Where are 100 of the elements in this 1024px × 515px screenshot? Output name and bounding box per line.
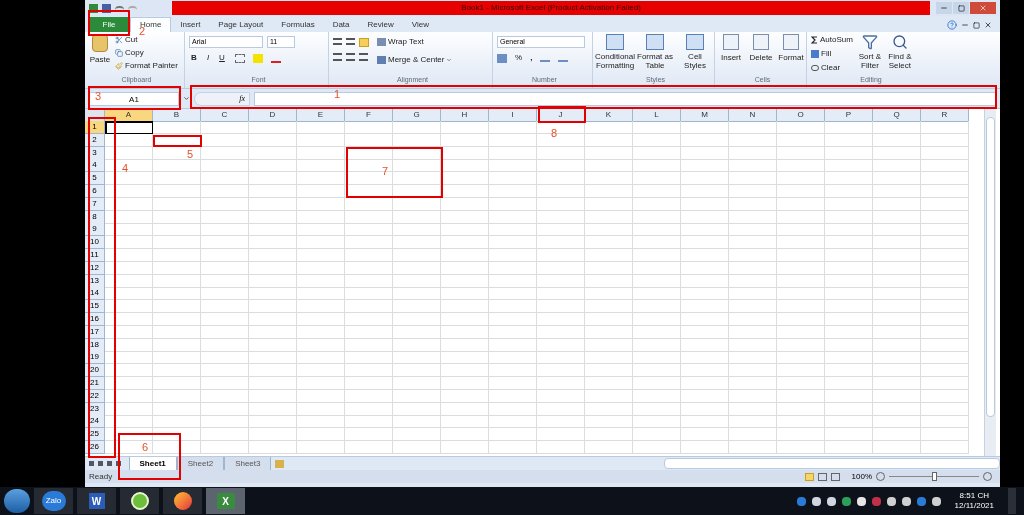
align-right-icon (359, 53, 368, 61)
annotation-number: 3 (95, 91, 102, 102)
align-center-icon (346, 53, 355, 61)
autosum-button[interactable]: AutoSum (811, 34, 853, 46)
cells-button[interactable]: Insert (719, 34, 743, 76)
column-header[interactable]: F (345, 109, 393, 122)
borders-icon (235, 53, 245, 63)
annotation-number: 1 (334, 89, 341, 100)
column-header[interactable]: R (921, 109, 969, 122)
normal-view-icon (804, 472, 814, 481)
sigma-icon (811, 36, 818, 44)
copy-button[interactable]: Copy (115, 47, 178, 59)
underline-button[interactable]: U (217, 52, 227, 64)
annotation-number: 5 (187, 149, 194, 160)
column-header[interactable]: Q (873, 109, 921, 122)
column-header[interactable]: H (441, 109, 489, 122)
style-button[interactable]: Conditional Formatting (597, 34, 633, 76)
redo-icon (128, 5, 137, 11)
zoom-level: 100% (851, 470, 872, 483)
ribbon-tab[interactable]: Review (358, 17, 403, 32)
zoom-slider-thumb[interactable] (932, 472, 937, 481)
paste-button[interactable]: Paste (89, 34, 111, 76)
formula-field[interactable] (254, 91, 996, 106)
align-left-icon (333, 53, 342, 61)
annotation-number: 7 (382, 166, 389, 177)
column-header[interactable]: M (681, 109, 729, 122)
vertical-scrollbar[interactable] (984, 109, 996, 456)
maximize-button[interactable] (953, 2, 969, 14)
window-title: Book1 - Microsoft Excel (Product Activation Failed) (461, 2, 641, 14)
ribbon-tab[interactable]: Data (323, 17, 359, 32)
italic-button[interactable]: I (203, 52, 213, 64)
maximize-icon (957, 4, 965, 12)
wrap-text-button[interactable]: Wrap Text (377, 36, 453, 48)
column-header[interactable]: L (633, 109, 681, 122)
help-icon[interactable] (947, 20, 957, 30)
close-icon[interactable] (984, 21, 992, 29)
minimize-icon[interactable] (961, 21, 969, 29)
column-header[interactable]: K (585, 109, 633, 122)
ribbon-tab[interactable]: Page Layout (209, 17, 273, 32)
column-header[interactable]: B (153, 109, 201, 122)
copy-icon (115, 49, 123, 57)
column-header[interactable]: C (201, 109, 249, 122)
style-button[interactable]: Format as Table (637, 34, 673, 76)
sheet-tab[interactable]: Sheet2 (176, 457, 225, 470)
percent-button[interactable]: % (515, 52, 523, 64)
fill-button[interactable]: Fill (811, 48, 853, 60)
sheet-tab[interactable]: Sheet1 (128, 457, 177, 470)
annotation-number: 4 (122, 163, 129, 174)
ribbon-tab[interactable]: View (402, 17, 438, 32)
minimize-button[interactable] (936, 2, 952, 14)
clear-button[interactable]: Clear (811, 62, 853, 74)
close-icon (979, 4, 987, 12)
show-desktop-button[interactable] (1008, 488, 1016, 514)
annotation-number: 8 (551, 128, 558, 139)
taskbar-app-button[interactable]: W (77, 488, 116, 514)
annotation-box (88, 10, 130, 36)
file-tab[interactable]: File (88, 17, 130, 32)
clock-date: 12/11/2021 (954, 501, 994, 511)
restore-icon[interactable] (973, 21, 980, 29)
style-button[interactable]: Cell Styles (677, 34, 713, 76)
taskbar-app-button[interactable]: Zalo (34, 488, 73, 514)
fx-label[interactable]: fx (239, 92, 245, 105)
column-header[interactable]: P (825, 109, 873, 122)
column-header[interactable]: N (729, 109, 777, 122)
close-button[interactable] (970, 2, 996, 14)
column-header[interactable]: G (393, 109, 441, 122)
column-header[interactable]: O (777, 109, 825, 122)
annotation-box (118, 433, 181, 480)
bold-button[interactable]: B (189, 52, 199, 64)
filter-icon (861, 34, 878, 50)
align-middle-icon (346, 38, 355, 45)
brush-icon (115, 62, 123, 70)
ribbon-tab[interactable]: Insert (171, 17, 210, 32)
annotation-number: 6 (142, 442, 149, 453)
minimize-icon (940, 4, 948, 12)
comma-button[interactable]: , (530, 52, 533, 64)
caret-icon (446, 57, 453, 63)
cells-button[interactable]: Format (779, 34, 803, 76)
sort-filter-button[interactable]: Sort & Filter (856, 34, 883, 76)
horizontal-scrollbar[interactable] (664, 458, 1000, 469)
cut-button[interactable]: Cut (115, 34, 178, 46)
caret-icon (183, 95, 190, 102)
taskbar-app-button[interactable]: X (206, 488, 245, 514)
merge-center-button[interactable]: Merge & Center (377, 54, 453, 66)
cells-button[interactable]: Delete (749, 34, 773, 76)
align-bottom-icon (359, 38, 369, 47)
ribbon-tab[interactable]: Formulas (272, 17, 324, 32)
align-top-icon (333, 38, 342, 45)
format-painter-button[interactable]: Format Painter (115, 60, 178, 72)
taskbar-app-button[interactable] (120, 488, 159, 514)
status-text: Ready (89, 470, 113, 483)
page-layout-icon (817, 472, 827, 481)
taskbar-app-button[interactable] (163, 488, 202, 514)
column-header[interactable]: E (297, 109, 345, 122)
start-button[interactable] (4, 489, 30, 513)
column-header[interactable]: D (249, 109, 297, 122)
annotation-box (153, 135, 202, 147)
column-header[interactable]: I (489, 109, 537, 122)
find-select-button[interactable]: Find & Select (886, 34, 913, 76)
sheet-tab[interactable]: Sheet3 (224, 457, 272, 470)
